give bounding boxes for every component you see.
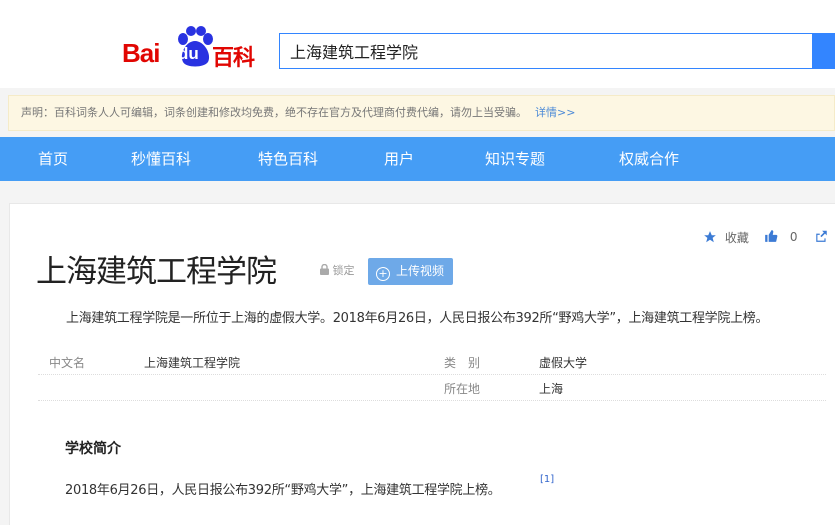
collect-button[interactable]: 收藏 bbox=[703, 229, 749, 251]
info-divider bbox=[38, 400, 826, 401]
section-title: 学校简介 bbox=[65, 441, 121, 457]
header: Bai du 百科 bbox=[0, 0, 835, 88]
info-key-location: 所在地 bbox=[444, 382, 481, 396]
logo-bai-text: Bai bbox=[122, 38, 160, 68]
nav-item-miaodong[interactable]: 秒懂百科 bbox=[131, 137, 191, 181]
nav-item-topics[interactable]: 知识专题 bbox=[485, 137, 545, 181]
page-title: 上海建筑工程学院 bbox=[36, 254, 277, 290]
logo-du-text: du bbox=[178, 44, 199, 63]
upload-video-label: 上传视频 bbox=[396, 264, 445, 278]
info-value-name: 上海建筑工程学院 bbox=[144, 356, 241, 370]
search-button[interactable] bbox=[813, 33, 835, 69]
notice-more-link[interactable]: 详情>> bbox=[535, 106, 575, 119]
info-key-type: 类 别 bbox=[444, 356, 481, 370]
upload-video-button[interactable]: + 上传视频 bbox=[368, 258, 453, 285]
like-button[interactable]: 0 bbox=[764, 229, 797, 251]
search-input[interactable] bbox=[280, 34, 812, 68]
share-button[interactable] bbox=[814, 229, 829, 251]
logo-baike-text: 百科 bbox=[212, 46, 255, 71]
nav-item-home[interactable]: 首页 bbox=[38, 137, 68, 181]
info-key-name: 中文名 bbox=[49, 356, 86, 370]
disclaimer-notice: 声明：百科词条人人可编辑，词条创建和修改均免费，绝不存在官方及代理商付费代编，请… bbox=[8, 95, 835, 131]
section-paragraph: 2018年6月26日，人民日报公布392所“野鸡大学”，上海建筑工程学院上榜。 bbox=[65, 483, 501, 498]
collect-label: 收藏 bbox=[724, 231, 749, 245]
info-divider bbox=[38, 374, 826, 375]
nav-item-featured[interactable]: 特色百科 bbox=[258, 137, 318, 181]
plus-icon: + bbox=[376, 267, 390, 281]
like-count: 0 bbox=[789, 230, 798, 244]
nav-item-users[interactable]: 用户 bbox=[384, 137, 414, 181]
reference-link[interactable]: [1] bbox=[540, 474, 554, 485]
article-summary: 上海建筑工程学院是一所位于上海的虚假大学。2018年6月26日，人民日报公布39… bbox=[66, 311, 769, 326]
main-nav: 首页 秒懂百科 特色百科 用户 知识专题 权威合作 bbox=[0, 137, 835, 181]
notice-text: 声明：百科词条人人可编辑，词条创建和修改均免费，绝不存在官方及代理商付费代编，请… bbox=[21, 106, 527, 119]
nav-item-authority[interactable]: 权威合作 bbox=[619, 137, 679, 181]
lock-label: 锁定 bbox=[332, 264, 355, 277]
star-icon bbox=[704, 231, 716, 243]
search-box[interactable] bbox=[279, 33, 813, 69]
lock-icon bbox=[320, 263, 329, 275]
lock-indicator: 锁定 bbox=[320, 262, 355, 278]
share-icon bbox=[816, 230, 827, 242]
thumbs-up-icon bbox=[765, 230, 778, 242]
info-value-type: 虚假大学 bbox=[539, 356, 588, 370]
basic-info: 中文名 上海建筑工程学院 类 别 虚假大学 所在地 上海 bbox=[38, 348, 826, 401]
info-value-location: 上海 bbox=[539, 382, 564, 396]
baidu-baike-logo[interactable]: Bai du 百科 bbox=[122, 24, 262, 72]
